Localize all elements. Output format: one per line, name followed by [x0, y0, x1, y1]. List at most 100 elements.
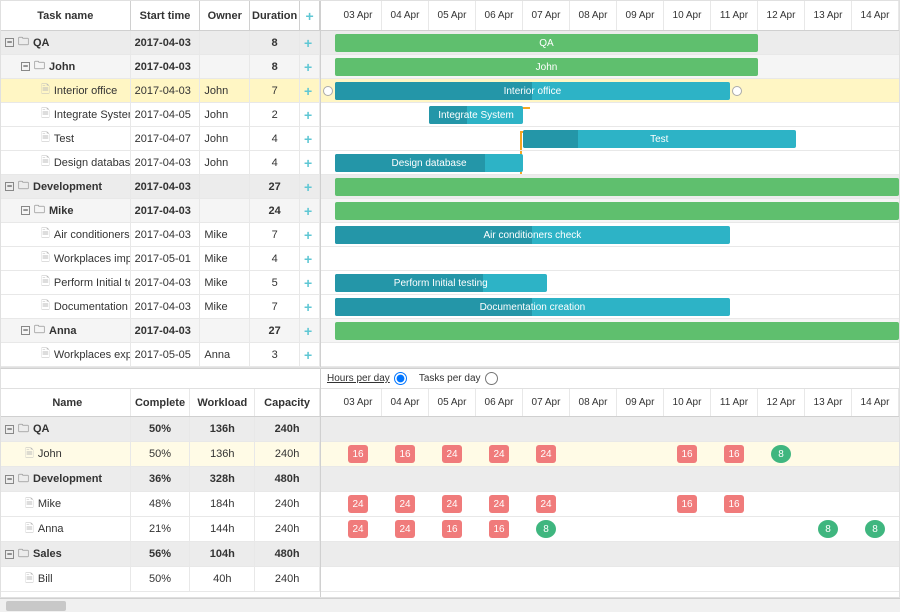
- gantt-bar[interactable]: QA: [335, 34, 758, 52]
- resource-name-cell[interactable]: −🗀 QA: [1, 417, 131, 441]
- task-name-cell[interactable]: 🗎Design database: [1, 151, 131, 174]
- task-owner-cell[interactable]: [200, 319, 250, 342]
- task-duration-cell[interactable]: 27: [250, 319, 300, 342]
- task-duration-cell[interactable]: 24: [250, 199, 300, 222]
- timeline-row[interactable]: Integrate System: [321, 103, 899, 127]
- resource-name-cell[interactable]: 🗎 Anna: [1, 517, 131, 541]
- task-name-cell[interactable]: −🗀Mike: [1, 199, 131, 222]
- task-row[interactable]: −🗀John2017-04-038+: [1, 55, 320, 79]
- col-duration[interactable]: Duration: [250, 1, 300, 30]
- task-row[interactable]: 🗎Design database2017-04-03John4+: [1, 151, 320, 175]
- task-start-cell[interactable]: 2017-04-05: [131, 103, 201, 126]
- add-task-button[interactable]: +: [300, 127, 320, 150]
- resource-name-cell[interactable]: 🗎 Bill: [1, 567, 131, 591]
- col-workload[interactable]: Workload: [190, 389, 255, 416]
- collapse-icon[interactable]: −: [5, 475, 14, 484]
- task-row[interactable]: 🗎Workplaces exportation2017-05-05Anna3+: [1, 343, 320, 367]
- task-row[interactable]: −🗀Mike2017-04-0324+: [1, 199, 320, 223]
- task-duration-cell[interactable]: 7: [250, 223, 300, 246]
- resource-row[interactable]: −🗀 QA50%136h240h: [1, 417, 320, 442]
- gantt-chart[interactable]: 03 Apr04 Apr05 Apr06 Apr07 Apr08 Apr09 A…: [321, 1, 899, 367]
- gantt-bar[interactable]: Design database: [335, 154, 523, 172]
- timeline-row[interactable]: [321, 343, 899, 367]
- gantt-bar[interactable]: Air conditioners check: [335, 226, 730, 244]
- collapse-icon[interactable]: −: [5, 550, 14, 559]
- task-start-cell[interactable]: 2017-04-03: [131, 151, 201, 174]
- add-task-button[interactable]: +: [300, 247, 320, 270]
- timeline-row[interactable]: Test: [321, 127, 899, 151]
- task-owner-cell[interactable]: [200, 175, 250, 198]
- resource-name-cell[interactable]: −🗀 Development: [1, 467, 131, 491]
- resource-row[interactable]: 🗎 Anna21%144h240h: [1, 517, 320, 542]
- add-column-button[interactable]: +: [300, 1, 320, 30]
- add-task-button[interactable]: +: [300, 223, 320, 246]
- task-row[interactable]: −🗀Development2017-04-0327+: [1, 175, 320, 199]
- horizontal-scrollbar[interactable]: [0, 598, 900, 612]
- task-owner-cell[interactable]: Mike: [200, 223, 250, 246]
- timeline-row[interactable]: [321, 175, 899, 199]
- task-row[interactable]: 🗎Air conditioners check2017-04-03Mike7+: [1, 223, 320, 247]
- task-start-cell[interactable]: 2017-04-03: [131, 295, 201, 318]
- task-start-cell[interactable]: 2017-04-03: [131, 175, 201, 198]
- task-name-cell[interactable]: 🗎Workplaces exportation: [1, 343, 131, 366]
- task-duration-cell[interactable]: 27: [250, 175, 300, 198]
- task-duration-cell[interactable]: 8: [250, 55, 300, 78]
- col-complete[interactable]: Complete: [131, 389, 191, 416]
- radio-tasks[interactable]: [485, 372, 498, 385]
- bar-handle-right[interactable]: [732, 86, 742, 96]
- timeline-row[interactable]: [321, 199, 899, 223]
- resource-row[interactable]: 🗎 Mike48%184h240h: [1, 492, 320, 517]
- resource-row[interactable]: −🗀 Development36%328h480h: [1, 467, 320, 492]
- task-owner-cell[interactable]: [200, 31, 250, 54]
- collapse-icon[interactable]: −: [21, 326, 30, 335]
- timeline-row[interactable]: [321, 247, 899, 271]
- task-row[interactable]: 🗎Workplaces importation2017-05-01Mike4+: [1, 247, 320, 271]
- col-owner[interactable]: Owner: [200, 1, 250, 30]
- add-task-button[interactable]: +: [300, 151, 320, 174]
- resource-name-cell[interactable]: 🗎 Mike: [1, 492, 131, 516]
- task-row[interactable]: 🗎Integrate System2017-04-05John2+: [1, 103, 320, 127]
- add-task-button[interactable]: +: [300, 79, 320, 102]
- task-duration-cell[interactable]: 3: [250, 343, 300, 366]
- col-task-name[interactable]: Task name: [1, 1, 131, 30]
- gantt-bar[interactable]: Documentation creation: [335, 298, 730, 316]
- gantt-bar[interactable]: [335, 202, 899, 220]
- task-name-cell[interactable]: 🗎Integrate System: [1, 103, 131, 126]
- task-owner-cell[interactable]: Mike: [200, 247, 250, 270]
- gantt-bar[interactable]: [335, 322, 899, 340]
- collapse-icon[interactable]: −: [21, 62, 30, 71]
- add-task-button[interactable]: +: [300, 343, 320, 366]
- timeline-row[interactable]: Interior office: [321, 79, 899, 103]
- add-task-button[interactable]: +: [300, 175, 320, 198]
- task-duration-cell[interactable]: 5: [250, 271, 300, 294]
- task-duration-cell[interactable]: 4: [250, 151, 300, 174]
- mode-tasks[interactable]: Tasks per day: [419, 372, 498, 385]
- task-owner-cell[interactable]: Mike: [200, 271, 250, 294]
- resource-row[interactable]: 🗎 Bill50%40h240h: [1, 567, 320, 592]
- resource-name-cell[interactable]: 🗎 John: [1, 442, 131, 466]
- timeline-row[interactable]: QA: [321, 31, 899, 55]
- task-owner-cell[interactable]: John: [200, 79, 250, 102]
- add-task-button[interactable]: +: [300, 319, 320, 342]
- bar-handle-left[interactable]: [323, 86, 333, 96]
- collapse-icon[interactable]: −: [21, 206, 30, 215]
- radio-hours[interactable]: [394, 372, 407, 385]
- add-task-button[interactable]: +: [300, 295, 320, 318]
- task-name-cell[interactable]: 🗎Test: [1, 127, 131, 150]
- task-start-cell[interactable]: 2017-05-01: [131, 247, 201, 270]
- task-owner-cell[interactable]: John: [200, 103, 250, 126]
- task-duration-cell[interactable]: 7: [250, 295, 300, 318]
- timeline-row[interactable]: Perform Initial testing: [321, 271, 899, 295]
- task-owner-cell[interactable]: [200, 55, 250, 78]
- col-capacity[interactable]: Capacity: [255, 389, 320, 416]
- collapse-icon[interactable]: −: [5, 182, 14, 191]
- task-owner-cell[interactable]: Mike: [200, 295, 250, 318]
- task-name-cell[interactable]: −🗀QA: [1, 31, 131, 54]
- gantt-bar[interactable]: Integrate System: [429, 106, 523, 124]
- task-name-cell[interactable]: 🗎Air conditioners check: [1, 223, 131, 246]
- task-start-cell[interactable]: 2017-04-03: [131, 31, 201, 54]
- task-owner-cell[interactable]: Anna: [200, 343, 250, 366]
- gantt-bar[interactable]: [335, 178, 899, 196]
- task-start-cell[interactable]: 2017-04-03: [131, 199, 201, 222]
- task-row[interactable]: 🗎Documentation creation2017-04-03Mike7+: [1, 295, 320, 319]
